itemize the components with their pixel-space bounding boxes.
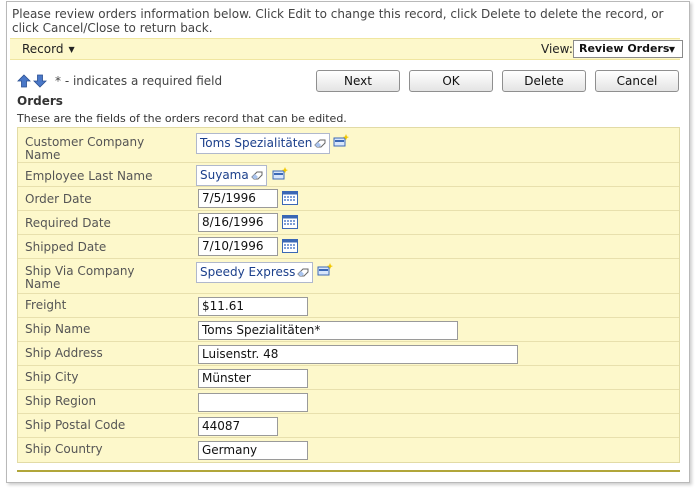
section-title: Orders [17, 94, 63, 108]
form-row-required-date: Required Date 8/16/1996 [18, 211, 679, 235]
form-row-ship-address: Ship Address Luisenstr. 48 [18, 342, 679, 366]
form-row-ship-city: Ship City Münster [18, 366, 679, 390]
view-select[interactable]: Review Orders ▼ [573, 40, 683, 58]
required-field-note: * - indicates a required field [55, 74, 223, 88]
ship-country-label: Ship Country [25, 442, 103, 456]
eraser-icon[interactable] [251, 170, 263, 180]
form-footer-divider [17, 470, 680, 472]
ship-address-input[interactable]: Luisenstr. 48 [198, 345, 518, 364]
new-record-icon[interactable] [333, 134, 349, 148]
ship-name-input[interactable]: Toms Spezialitäten* [198, 321, 458, 340]
employee-last-name-lookup[interactable]: Suyama [196, 165, 267, 186]
form-row-ship-name: Ship Name Toms Spezialitäten* [18, 318, 679, 342]
ship-city-input[interactable]: Münster [198, 369, 308, 388]
eraser-icon[interactable] [297, 267, 309, 277]
ship-name-label: Ship Name [25, 322, 91, 336]
record-menu[interactable]: Record ▼ [22, 42, 75, 56]
section-description: These are the fields of the orders recor… [17, 112, 347, 125]
ship-country-input[interactable]: Germany [198, 441, 308, 460]
ship-via-company-lookup[interactable]: Speedy Express [196, 262, 314, 283]
form-row-shipped-date: Shipped Date 7/10/1996 [18, 235, 679, 259]
ship-via-company-label: Ship Via Company Name [25, 264, 135, 291]
orders-form: Customer Company Name Toms Spezialitäten… [17, 127, 680, 463]
customer-company-lookup[interactable]: Toms Spezialitäten [196, 133, 331, 154]
ship-city-label: Ship City [25, 370, 79, 384]
order-date-input[interactable]: 7/5/1996 [198, 189, 278, 208]
eraser-icon[interactable] [314, 138, 326, 148]
calendar-icon[interactable] [282, 214, 298, 229]
freight-input[interactable]: $11.61 [198, 297, 308, 316]
employee-last-name-value: Suyama [200, 168, 249, 182]
view-select-value: Review Orders [579, 42, 670, 55]
form-row-ship-via-company: Ship Via Company Name Speedy Express [18, 259, 679, 294]
record-menu-label: Record [22, 42, 64, 56]
record-navigation [17, 73, 49, 88]
delete-button[interactable]: Delete [502, 70, 586, 92]
form-row-order-date: Order Date 7/5/1996 [18, 187, 679, 211]
ship-postal-code-input[interactable]: 44087 [198, 417, 278, 436]
shipped-date-input[interactable]: 7/10/1996 [198, 237, 278, 256]
new-record-icon[interactable] [317, 263, 333, 277]
customer-company-label: Customer Company Name [25, 135, 145, 162]
ship-region-label: Ship Region [25, 394, 97, 408]
triangle-down-icon: ▼ [668, 45, 675, 54]
triangle-down-icon: ▼ [68, 45, 75, 54]
ship-region-input[interactable] [198, 393, 308, 412]
form-row-freight: Freight $11.61 [18, 294, 679, 318]
view-label: View: [541, 42, 573, 56]
ship-address-label: Ship Address [25, 346, 103, 360]
page-description: Please review orders information below. … [12, 7, 664, 35]
form-row-employee-last-name: Employee Last Name Suyama [18, 163, 679, 187]
required-date-label: Required Date [25, 216, 111, 230]
arrow-up-icon[interactable] [17, 73, 31, 88]
ship-via-company-value: Speedy Express [200, 265, 296, 279]
form-row-ship-country: Ship Country Germany [18, 438, 679, 462]
required-date-input[interactable]: 8/16/1996 [198, 213, 278, 232]
ship-postal-code-label: Ship Postal Code [25, 418, 126, 432]
order-date-label: Order Date [25, 192, 92, 206]
customer-company-value: Toms Spezialitäten [200, 136, 313, 150]
shipped-date-label: Shipped Date [25, 240, 107, 254]
form-row-customer-company: Customer Company Name Toms Spezialitäten [18, 128, 679, 163]
calendar-icon[interactable] [282, 190, 298, 205]
arrow-down-icon[interactable] [33, 74, 47, 88]
form-row-ship-region: Ship Region [18, 390, 679, 414]
freight-label: Freight [25, 298, 67, 312]
ok-button[interactable]: OK [409, 70, 493, 92]
employee-last-name-label: Employee Last Name [25, 169, 153, 183]
action-bar: Record ▼ View: Review Orders ▼ [10, 38, 683, 60]
cancel-button[interactable]: Cancel [595, 70, 679, 92]
new-record-icon[interactable] [272, 167, 288, 181]
next-button[interactable]: Next [316, 70, 400, 92]
form-row-ship-postal-code: Ship Postal Code 44087 [18, 414, 679, 438]
calendar-icon[interactable] [282, 238, 298, 253]
